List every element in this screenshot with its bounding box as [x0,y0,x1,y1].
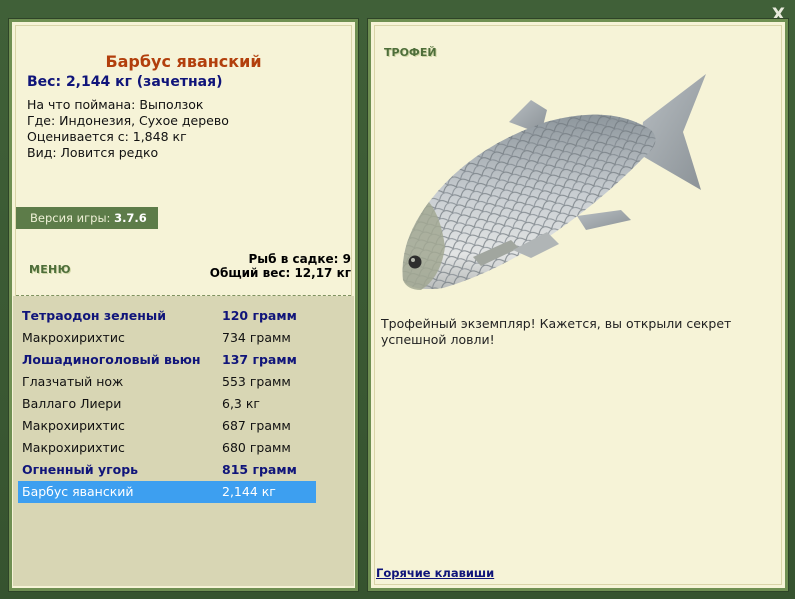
fish-list-row[interactable]: Барбус яванский 2,144 кг [18,481,316,503]
catch-info-panel: Барбус яванский Вес: 2,144 кг (зачетная)… [9,19,358,591]
fish-list-name: Барбус яванский [22,484,134,499]
fish-list-weight: 137 грамм [222,352,297,367]
fish-list-name: Лошадиноголовый вьюн [22,352,201,367]
keepnet-count: Рыб в садке: 9 [248,252,352,266]
fish-list-row[interactable]: Лошадиноголовый вьюн 137 грамм [18,349,316,371]
fish-list-row[interactable]: Макрохирихтис 687 грамм [18,415,316,437]
fish-list-row[interactable]: Валлаго Лиери 6,3 кг [18,393,316,415]
location-info: Где: Индонезия, Сухое дерево [27,113,229,128]
fish-list-name: Макрохирихтис [22,418,125,433]
trophy-panel: ТРОФЕЙ Трофейный экземпляр! Кажется, вы … [368,19,788,591]
fish-list-weight: 815 грамм [222,462,297,477]
fish-list-row[interactable]: Макрохирихтис 734 грамм [18,327,316,349]
fish-list-weight: 680 грамм [222,440,291,455]
fish-list-name: Валлаго Лиери [22,396,122,411]
fish-list-row[interactable]: Огненный угорь 815 грамм [18,459,316,481]
rated-info: Оценивается с: 1,848 кг [27,129,187,144]
version-bar: Версия игры: 3.7.6 [16,207,158,229]
fish-list-name: Огненный угорь [22,462,139,477]
fish-list-weight: 687 грамм [222,418,291,433]
fish-list-name: Макрохирихтис [22,330,125,345]
keepnet-list: Тетраодон зеленый 120 грамм Макрохирихтис 7… [13,296,354,586]
keepnet-summary: Рыб в садке: 9 Общий вес: 12,17 кг [210,252,351,280]
bait-info: На что поймана: Выползок [27,97,204,112]
game-window: X Барбус яванский Вес: 2,144 кг (зачетна… [0,0,795,599]
fish-weight-line: Вес: 2,144 кг (зачетная) [27,74,223,90]
fish-image [402,74,706,290]
fish-list-weight: 553 грамм [222,374,291,389]
trophy-message: Трофейный экземпляр! Кажется, вы открыли… [381,316,732,347]
kind-info: Вид: Ловится редко [27,145,159,160]
fish-list-weight: 2,144 кг [222,484,276,499]
fish-list-row[interactable]: Тетраодон зеленый 120 грамм [18,305,316,327]
fish-list-row[interactable]: Глазчатый нож 553 грамм [18,371,316,393]
fish-list-weight: 6,3 кг [222,396,260,411]
menu-button[interactable]: МЕНЮ [29,263,71,276]
fish-list-name: Тетраодон зеленый [22,308,166,323]
fish-list-name: Глазчатый нож [22,374,124,389]
fish-list-row[interactable]: Макрохирихтис 680 грамм [18,437,316,459]
fish-list-weight: 120 грамм [222,308,297,323]
version-label: Версия игры: [30,211,111,225]
fish-list-name: Макрохирихтис [22,440,125,455]
hotkeys-link[interactable]: Горячие клавиши [376,566,494,580]
keepnet-total-weight: Общий вес: 12,17 кг [209,266,351,280]
version-value: 3.7.6 [114,211,147,225]
fish-list-weight: 734 грамм [222,330,291,345]
fish-name-title: Барбус яванский [105,52,262,71]
